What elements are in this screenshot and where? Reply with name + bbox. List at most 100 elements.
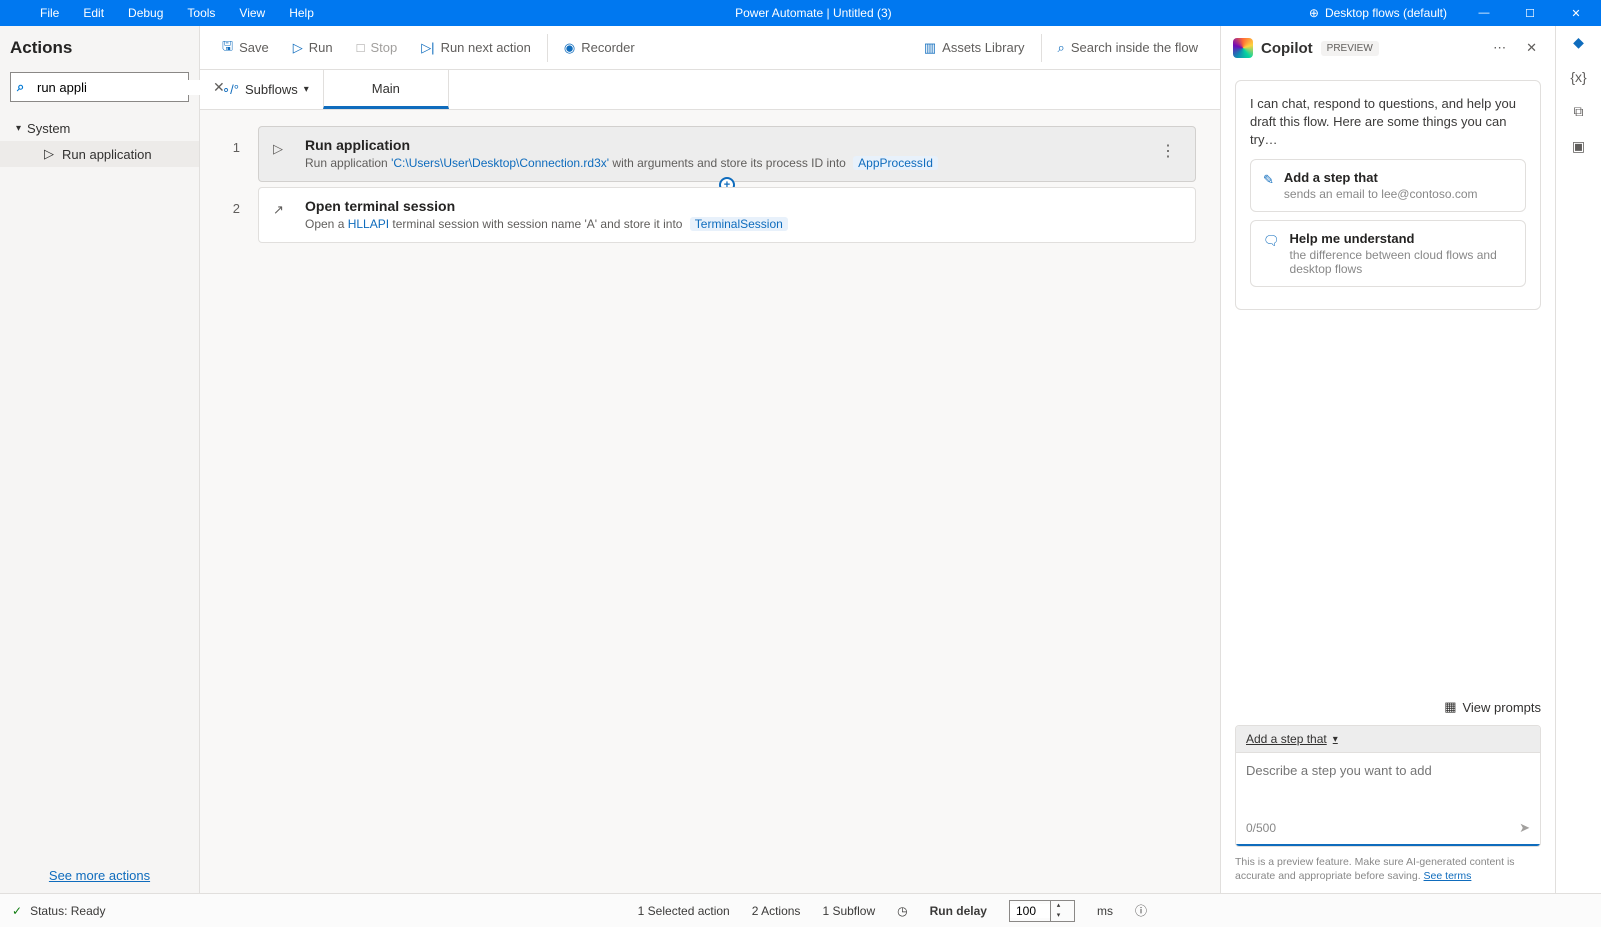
copilot-intro-text: I can chat, respond to questions, and he… [1250, 95, 1526, 149]
run-next-button[interactable]: ▷|Run next action [411, 34, 541, 62]
library-icon: ▥ [924, 40, 936, 56]
variable-chip[interactable]: TerminalSession [690, 217, 788, 231]
copilot-logo-icon [1233, 38, 1253, 58]
actions-pane: Actions ⌕ ✕ ▾ System ▷ Run application S… [0, 26, 200, 893]
step-open-terminal[interactable]: ↗ Open terminal session Open a HLLAPI te… [258, 187, 1196, 243]
assets-library-button[interactable]: ▥Assets Library [914, 34, 1035, 62]
ms-label: ms [1097, 904, 1113, 918]
stop-icon: □ [357, 40, 365, 55]
tab-main[interactable]: Main [323, 70, 449, 109]
titlebar: File Edit Debug Tools View Help Power Au… [0, 0, 1601, 26]
step-run-application[interactable]: ▷ Run application Run application 'C:\Us… [258, 126, 1196, 182]
suggestion-title: Help me understand [1290, 231, 1513, 246]
actions-search[interactable]: ⌕ ✕ [10, 72, 189, 102]
variable-chip[interactable]: AppProcessId [853, 156, 938, 170]
search-flow-button[interactable]: ⌕Search inside the flow [1048, 34, 1208, 62]
variables-rail-icon[interactable]: {x} [1570, 69, 1586, 85]
chevron-down-icon: ▾ [16, 123, 21, 134]
menu-debug[interactable]: Debug [116, 2, 175, 24]
minimize-button[interactable]: — [1467, 3, 1501, 23]
see-more-actions-link[interactable]: See more actions [49, 868, 150, 883]
menu-edit[interactable]: Edit [71, 2, 116, 24]
main-menu: File Edit Debug Tools View Help [0, 2, 326, 24]
window-title: Power Automate | Untitled (3) [326, 6, 1301, 20]
suggestion-desc: the difference between cloud flows and d… [1290, 248, 1513, 276]
chevron-down-icon: ▾ [1333, 734, 1338, 745]
suggestion-title: Add a step that [1284, 170, 1513, 185]
step-icon: ▷| [421, 40, 434, 56]
environment-picker[interactable]: ⊕ Desktop flows (default) [1301, 4, 1455, 22]
see-terms-link[interactable]: See terms [1424, 870, 1472, 882]
subflows-button[interactable]: ∘/° Subflows ▾ [208, 70, 324, 109]
line-number: 1 [208, 126, 258, 182]
environment-label: Desktop flows (default) [1325, 6, 1447, 20]
clear-search-icon[interactable]: ✕ [213, 79, 225, 96]
actions-tree: ▾ System ▷ Run application [0, 108, 199, 858]
char-count: 0/500 [1246, 821, 1276, 835]
edit-icon: ✎ [1263, 170, 1274, 201]
copilot-input-mode[interactable]: Add a step that▾ [1236, 726, 1540, 753]
flow-canvas[interactable]: 1 ▷ Run application Run application 'C:\… [200, 110, 1220, 893]
status-text: Status: Ready [30, 904, 105, 918]
play-icon: ▷ [273, 137, 291, 157]
view-prompts-button[interactable]: ▦ View prompts [1444, 699, 1541, 715]
suggestion-desc: sends an email to lee@contoso.com [1284, 187, 1513, 201]
copilot-rail-icon[interactable]: ◆ [1573, 34, 1584, 51]
copilot-intro-card: I can chat, respond to questions, and he… [1235, 80, 1541, 310]
copilot-suggestion-help[interactable]: 🗨 Help me understand the difference betw… [1250, 220, 1526, 287]
selected-count: 1 Selected action [638, 904, 730, 918]
actions-title: Actions [10, 38, 189, 58]
step-description: Open a HLLAPI terminal session with sess… [305, 216, 1181, 232]
clock-icon: ◷ [897, 904, 907, 918]
globe-icon: ⊕ [1309, 6, 1319, 20]
run-delay-field[interactable] [1010, 904, 1050, 918]
preview-badge: PREVIEW [1321, 41, 1379, 56]
run-delay-label: Run delay [930, 904, 987, 918]
step-description: Run application 'C:\Users\User\Desktop\C… [305, 155, 1142, 171]
menu-view[interactable]: View [227, 2, 277, 24]
right-rail: ◆ {x} ⧉ ▣ [1555, 26, 1601, 893]
copilot-close-icon[interactable]: ✕ [1520, 36, 1543, 60]
status-ok-icon: ✓ [12, 904, 22, 918]
actions-search-input[interactable] [17, 80, 213, 95]
line-number: 2 [208, 187, 258, 243]
save-icon: 🖫 [222, 37, 233, 59]
recorder-button[interactable]: ◉Recorder [554, 34, 645, 62]
images-rail-icon[interactable]: ▣ [1572, 138, 1585, 155]
search-icon: ⌕ [17, 79, 24, 95]
stop-button[interactable]: □Stop [347, 34, 408, 61]
prompts-icon: ▦ [1444, 699, 1456, 715]
close-button[interactable]: ✕ [1559, 3, 1593, 24]
chat-icon: 🗨 [1263, 231, 1280, 276]
run-delay-input[interactable]: ▴▾ [1009, 900, 1075, 922]
copilot-more-icon[interactable]: ⋯ [1487, 36, 1512, 60]
record-icon: ◉ [564, 40, 575, 56]
layers-rail-icon[interactable]: ⧉ [1574, 103, 1584, 120]
maximize-button[interactable]: ☐ [1513, 3, 1547, 24]
step-more-icon[interactable]: ⋮ [1156, 137, 1181, 165]
copilot-pane: Copilot PREVIEW ⋯ ✕ I can chat, respond … [1221, 26, 1555, 893]
run-button[interactable]: ▷Run [283, 34, 343, 62]
menu-tools[interactable]: Tools [175, 2, 227, 24]
step-title: Run application [305, 137, 1142, 153]
copilot-textarea[interactable] [1236, 753, 1540, 813]
tree-action-run-application[interactable]: ▷ Run application [0, 141, 199, 167]
subflows-count: 1 Subflow [822, 904, 875, 918]
tree-leaf-label: Run application [62, 147, 152, 162]
menu-file[interactable]: File [28, 2, 71, 24]
copilot-header: Copilot PREVIEW ⋯ ✕ [1221, 26, 1555, 70]
play-icon: ▷ [293, 40, 303, 56]
copilot-suggestion-add-step[interactable]: ✎ Add a step that sends an email to lee@… [1250, 159, 1526, 212]
actions-count: 2 Actions [752, 904, 801, 918]
tree-group-label: System [27, 121, 70, 136]
send-icon[interactable]: ➤ [1519, 820, 1530, 836]
info-icon[interactable]: ⓘ [1135, 902, 1147, 919]
status-bar: ✓ Status: Ready 1 Selected action 2 Acti… [0, 893, 1601, 927]
run-delay-spinner[interactable]: ▴▾ [1050, 901, 1066, 921]
play-icon: ▷ [44, 146, 54, 162]
step-title: Open terminal session [305, 198, 1181, 214]
tree-group-system[interactable]: ▾ System [0, 116, 199, 141]
main-area: 🖫Save ▷Run □Stop ▷|Run next action ◉Reco… [200, 26, 1221, 893]
menu-help[interactable]: Help [277, 2, 326, 24]
save-button[interactable]: 🖫Save [212, 31, 279, 65]
